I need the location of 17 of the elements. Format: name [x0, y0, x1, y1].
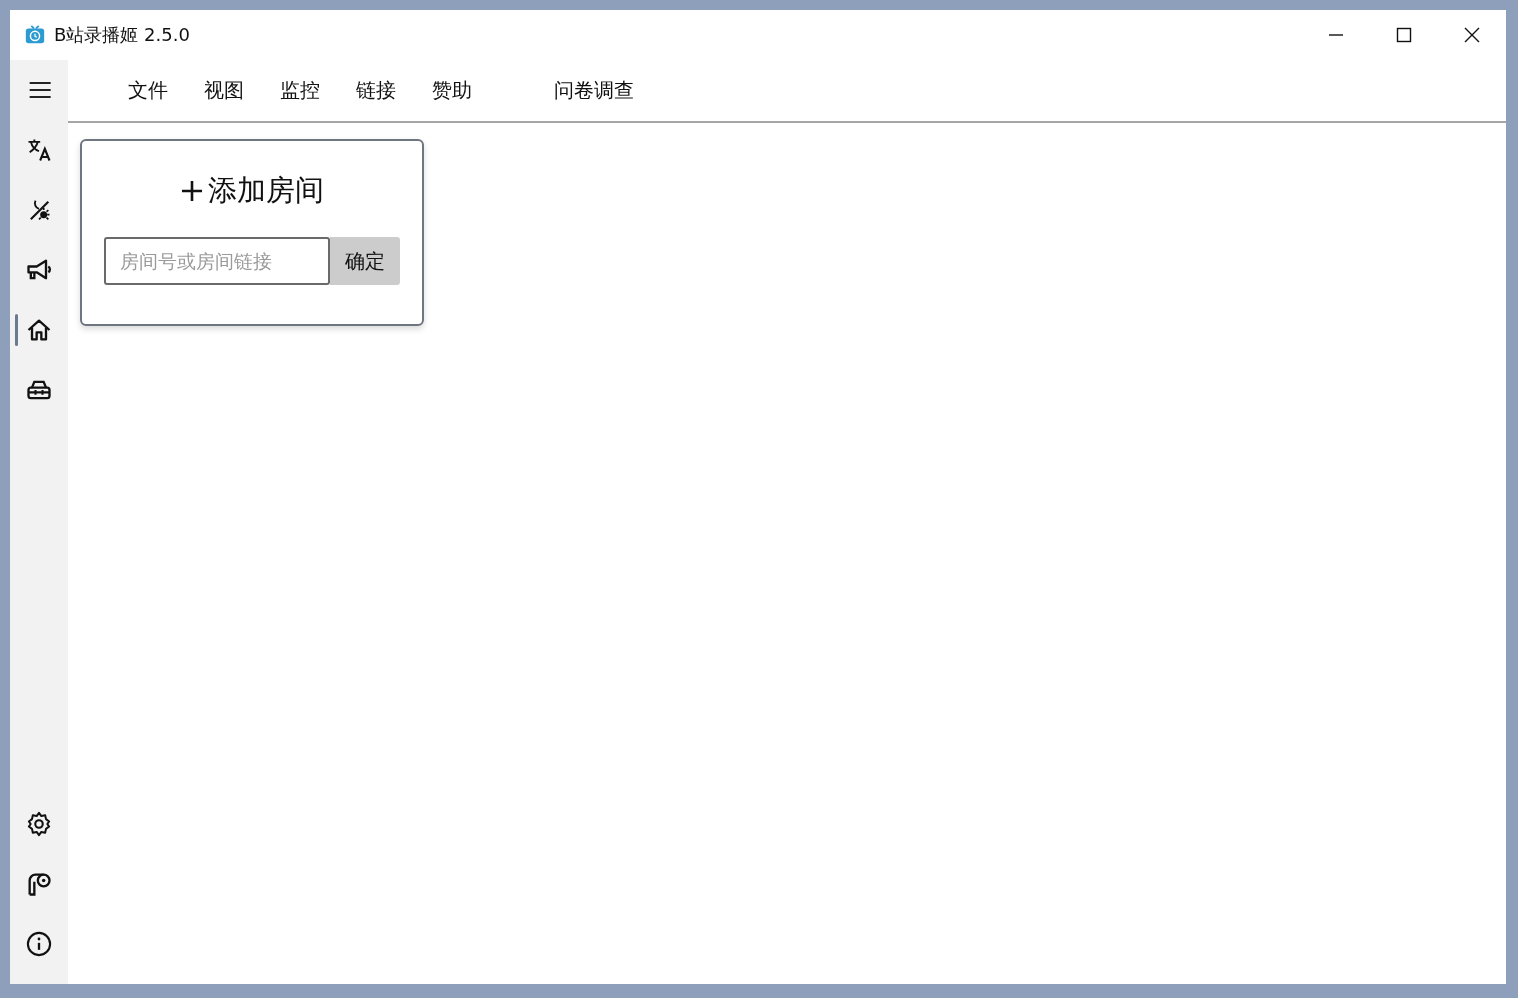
plus-icon [180, 179, 204, 203]
confirm-button[interactable]: 确定 [330, 237, 400, 285]
settings-icon[interactable] [25, 810, 53, 838]
menu-item[interactable]: 监控 [262, 77, 338, 104]
minimize-icon [1327, 34, 1345, 36]
info-icon[interactable] [25, 930, 53, 958]
maximize-icon [1395, 26, 1413, 44]
menu-item[interactable]: 问卷调查 [536, 77, 652, 104]
window-title: B站录播姬 2.5.0 [54, 23, 190, 47]
menu-item[interactable]: 文件 [110, 77, 186, 104]
tv-icon [24, 24, 46, 46]
menu-item[interactable]: 视图 [186, 77, 262, 104]
room-input-field[interactable]: 房间号或房间链接 [104, 237, 330, 285]
close-icon [1463, 26, 1481, 44]
card-title: 添加房间 [208, 172, 324, 209]
menu-item[interactable]: 链接 [338, 77, 414, 104]
menu-item[interactable]: 赞助 [414, 77, 490, 104]
